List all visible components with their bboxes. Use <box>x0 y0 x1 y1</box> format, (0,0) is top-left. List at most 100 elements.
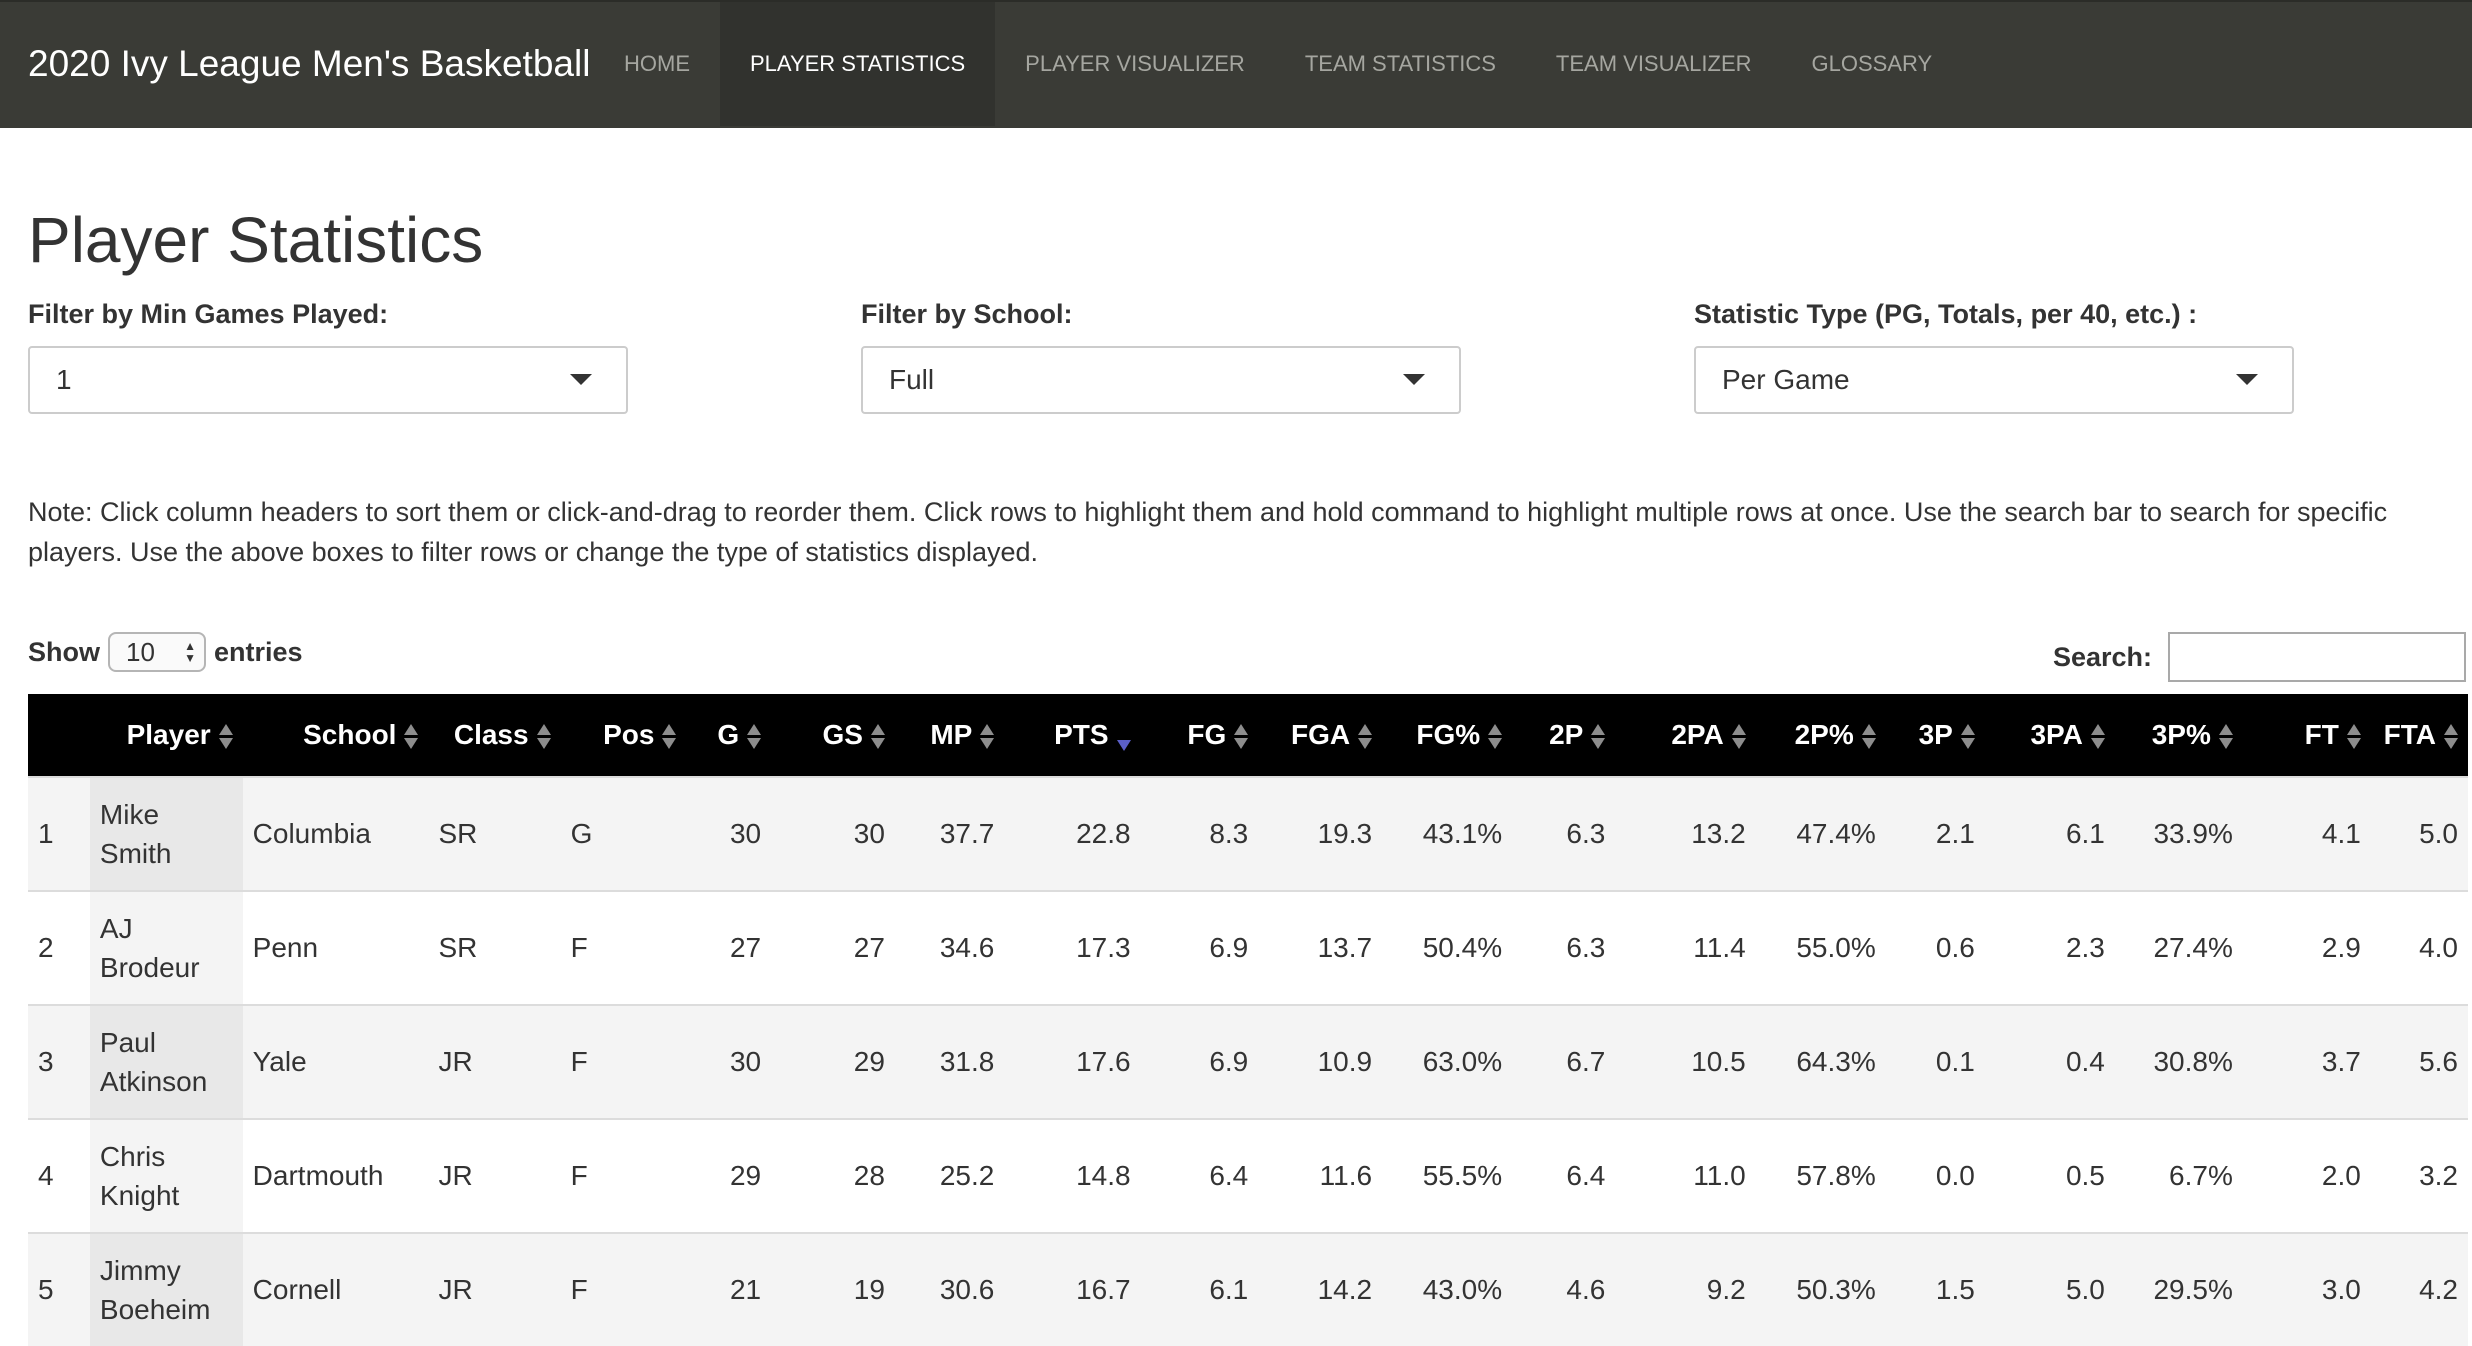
cell-2pa: 13.2 <box>1615 776 1756 891</box>
sort-both-icon <box>1731 723 1746 750</box>
entries-select[interactable]: 10 ▲ ▼ <box>108 632 206 672</box>
player-stats-table: Player School Class Pos G GS MP PTS FG FGA FG% 2P 2P… <box>28 694 2468 1346</box>
column-header-fta[interactable]: FTA <box>2370 694 2468 777</box>
cell-mp: 25.2 <box>894 1118 1005 1233</box>
column-header-class[interactable]: Class <box>428 694 561 777</box>
cell-school: Yale <box>242 1004 429 1119</box>
sort-both-icon <box>1861 723 1876 750</box>
column-header-3pa[interactable]: 3PA <box>1984 694 2115 777</box>
nav-item-home[interactable]: HOME <box>594 2 720 126</box>
column-header-mp[interactable]: MP <box>894 694 1005 777</box>
cell-2pa: 11.0 <box>1615 1118 1756 1233</box>
table-row[interactable]: 1 Mike Smith Columbia SR G 30 30 37.7 22.8 8.3 19.… <box>28 776 2468 891</box>
column-header-fga[interactable]: FGA <box>1258 694 1383 777</box>
cell-index: 5 <box>28 1232 90 1346</box>
column-header-label: GS <box>822 719 863 750</box>
cell-class: JR <box>428 1232 561 1346</box>
cell-fga: 10.9 <box>1258 1004 1383 1119</box>
search-input[interactable] <box>2168 632 2466 682</box>
column-header-fg[interactable]: FG <box>1140 694 1259 777</box>
cell-player: Paul Atkinson <box>89 1004 243 1119</box>
nav-item-team-statistics[interactable]: TEAM STATISTICS <box>1275 2 1526 126</box>
column-header-3p[interactable]: 3P <box>1885 694 1985 777</box>
navbar-brand[interactable]: 2020 Ivy League Men's Basketball <box>28 2 590 126</box>
cell-fg: 6.4 <box>1140 1118 1259 1233</box>
column-header-g[interactable]: G <box>686 694 772 777</box>
column-header-3p-pct[interactable]: 3P% <box>2114 694 2243 777</box>
table-row[interactable]: 4 Chris Knight Dartmouth JR F 29 28 25.2 14.8 6.4… <box>28 1118 2468 1233</box>
sort-both-icon <box>1591 723 1606 750</box>
column-header-school[interactable]: School <box>242 694 429 777</box>
cell-fga: 11.6 <box>1258 1118 1383 1233</box>
cell-pos: F <box>560 1004 687 1119</box>
cell-index: 1 <box>28 776 90 891</box>
column-header-label: FG% <box>1416 719 1481 750</box>
cell-2p-pct: 57.8% <box>1755 1118 1886 1233</box>
cell-g: 30 <box>686 1004 772 1119</box>
cell-school: Columbia <box>242 776 429 891</box>
column-header-pos[interactable]: Pos <box>560 694 687 777</box>
school-select[interactable]: Full <box>861 346 1461 414</box>
cell-2pa: 9.2 <box>1615 1232 1756 1346</box>
cell-ft: 2.0 <box>2242 1118 2371 1233</box>
cell-g: 21 <box>686 1232 772 1346</box>
nav-item-player-visualizer[interactable]: PLAYER VISUALIZER <box>995 2 1275 126</box>
sort-both-icon <box>2090 723 2105 750</box>
cell-player: Jimmy Boeheim <box>89 1232 243 1346</box>
cell-gs: 29 <box>771 1004 895 1119</box>
column-header-label: FG <box>1187 719 1227 750</box>
cell-fta: 4.0 <box>2370 890 2468 1005</box>
column-header-player[interactable]: Player <box>89 694 243 777</box>
cell-fg-pct: 50.4% <box>1382 890 1513 1005</box>
column-header-gs[interactable]: GS <box>771 694 895 777</box>
cell-fg-pct: 55.5% <box>1382 1118 1513 1233</box>
stat-type-select[interactable]: Per Game <box>1694 346 2294 414</box>
cell-pts: 22.8 <box>1004 776 1141 891</box>
table-header-row: Player School Class Pos G GS MP PTS FG FGA FG% 2P 2P… <box>28 694 2468 777</box>
table-row[interactable]: 2 AJ Brodeur Penn SR F 27 27 34.6 17.3 6.9 13.7 50.… <box>28 890 2468 1005</box>
column-header-label: School <box>303 719 397 750</box>
navbar: 2020 Ivy League Men's Basketball HOME PL… <box>0 0 2472 128</box>
cell-class: JR <box>428 1004 561 1119</box>
sort-both-icon <box>1488 723 1503 750</box>
column-header-2pa[interactable]: 2PA <box>1615 694 1756 777</box>
cell-fg: 6.9 <box>1140 1004 1259 1119</box>
cell-fga: 14.2 <box>1258 1232 1383 1346</box>
sort-both-icon <box>218 723 233 750</box>
column-header-2p[interactable]: 2P <box>1512 694 1616 777</box>
column-header-ft[interactable]: FT <box>2242 694 2371 777</box>
stat-type-label: Statistic Type (PG, Totals, per 40, etc.… <box>1694 299 2198 329</box>
column-header-fg-pct[interactable]: FG% <box>1382 694 1513 777</box>
sort-both-icon <box>870 723 885 750</box>
table-row[interactable]: 5 Jimmy Boeheim Cornell JR F 21 19 30.6 16.7 6.1 1… <box>28 1232 2468 1346</box>
min-games-select[interactable]: 1 <box>28 346 628 414</box>
sort-both-icon <box>404 723 419 750</box>
nav-item-player-statistics[interactable]: PLAYER STATISTICS <box>720 2 996 126</box>
table-row[interactable]: 3 Paul Atkinson Yale JR F 30 29 31.8 17.6 6.9 10.9… <box>28 1004 2468 1119</box>
cell-2pa: 10.5 <box>1615 1004 1756 1119</box>
sort-both-icon <box>1234 723 1249 750</box>
nav-item-glossary[interactable]: GLOSSARY <box>1782 2 1963 126</box>
stat-type-filter: Statistic Type (PG, Totals, per 40, etc.… <box>1694 296 2294 414</box>
column-header-label: 2P% <box>1794 719 1854 750</box>
cell-fta: 5.6 <box>2370 1004 2468 1119</box>
column-header-label: 2PA <box>1671 719 1724 750</box>
cell-index: 4 <box>28 1118 90 1233</box>
cell-pts: 16.7 <box>1004 1232 1141 1346</box>
column-header-pts[interactable]: PTS <box>1004 694 1141 777</box>
min-games-label: Filter by Min Games Played: <box>28 299 389 329</box>
cell-2p: 6.3 <box>1512 776 1616 891</box>
column-header-label: PTS <box>1054 719 1109 750</box>
nav-item-team-visualizer[interactable]: TEAM VISUALIZER <box>1526 2 1782 126</box>
cell-ft: 3.0 <box>2242 1232 2371 1346</box>
cell-school: Penn <box>242 890 429 1005</box>
cell-3p-pct: 29.5% <box>2114 1232 2243 1346</box>
column-header-label: Player <box>126 719 211 750</box>
cell-2p-pct: 55.0% <box>1755 890 1886 1005</box>
column-header-2p-pct[interactable]: 2P% <box>1755 694 1886 777</box>
cell-2p: 6.7 <box>1512 1004 1616 1119</box>
sort-descending-icon <box>1116 724 1131 751</box>
cell-fta: 4.2 <box>2370 1232 2468 1346</box>
cell-pos: F <box>560 1232 687 1346</box>
entries-label: entries <box>214 636 303 667</box>
